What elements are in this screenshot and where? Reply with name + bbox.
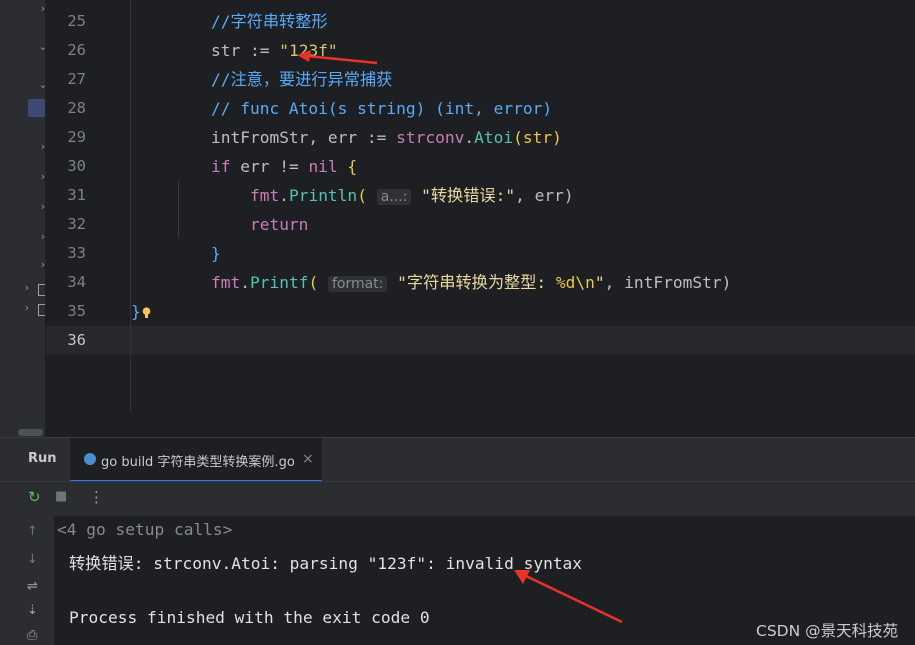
- code-string: "转换错误:": [421, 186, 516, 205]
- code-comment: //字符串转整形: [210, 12, 328, 31]
- code-line[interactable]: //字符串转整形: [133, 7, 328, 36]
- code-line[interactable]: fmt.Println( a...: "转换错误:", err): [133, 181, 574, 212]
- chevron-down-icon[interactable]: ⌄: [36, 78, 45, 91]
- scroll-down-icon[interactable]: ↓: [27, 552, 38, 567]
- line-number: 27: [67, 70, 86, 88]
- scroll-up-icon[interactable]: ↑: [27, 524, 38, 539]
- code-line[interactable]: if err != nil {: [133, 152, 357, 181]
- code-line[interactable]: }: [131, 297, 151, 326]
- code-package: fmt: [210, 273, 241, 292]
- code-dot: .: [464, 128, 475, 147]
- code-function: Printf: [249, 273, 309, 292]
- chevron-right-icon[interactable]: ›: [36, 230, 45, 243]
- watermark: CSDN @景天科技苑: [756, 622, 899, 640]
- console-error-line: 转换错误: strconv.Atoi: parsing "123f": inva…: [69, 554, 583, 573]
- red-arrow-annotation: [297, 50, 378, 65]
- line-number: 25: [67, 12, 86, 30]
- more-options-icon[interactable]: ⋮: [89, 488, 104, 506]
- line-number: 28: [67, 99, 86, 117]
- code-brace: }: [131, 302, 141, 321]
- code-function: Println: [288, 186, 358, 205]
- line-number: 34: [67, 273, 86, 291]
- code-identifier: str: [210, 41, 241, 60]
- setup-calls-fold[interactable]: <4 go setup calls>: [57, 520, 232, 539]
- rerun-icon[interactable]: ↻: [28, 488, 41, 506]
- run-panel-title[interactable]: Run: [28, 451, 57, 466]
- folder-icon: [38, 304, 45, 316]
- code-assignment: intFromStr, err :=: [210, 128, 397, 147]
- line-number: 36: [67, 331, 86, 349]
- left-tool-strip: [0, 0, 16, 645]
- code-line[interactable]: fmt.Printf( format: "字符串转换为整型: %d\n", in…: [133, 268, 731, 299]
- code-line[interactable]: // func Atoi(s string) (int, error): [133, 94, 552, 123]
- line-number: 31: [67, 186, 86, 204]
- line-number: 33: [67, 244, 86, 262]
- scroll-to-end-icon[interactable]: ⇣: [27, 603, 38, 618]
- chevron-right-icon[interactable]: ›: [36, 200, 45, 213]
- console-exit-line: Process finished with the exit code 0: [69, 608, 430, 627]
- code-function: Atoi: [474, 128, 514, 147]
- code-operator: :=: [240, 41, 280, 60]
- tree-scrollbar[interactable]: [18, 429, 43, 436]
- code-keyword: if: [210, 157, 231, 176]
- code-package: strconv: [396, 128, 465, 147]
- code-line[interactable]: }: [133, 239, 221, 268]
- code-escape: %d\n: [555, 273, 595, 292]
- print-icon[interactable]: ⎙: [27, 628, 37, 643]
- code-brace: }: [210, 244, 221, 263]
- code-paren: (: [308, 273, 319, 292]
- line-number: 35: [67, 302, 86, 320]
- parameter-hint: a...:: [376, 189, 412, 205]
- code-package: fmt: [249, 186, 280, 205]
- code-comment: // func Atoi(s string) (int, error): [210, 99, 553, 118]
- line-number: 29: [67, 128, 86, 146]
- code-args: (str): [513, 128, 562, 147]
- folder-icon: [38, 284, 45, 296]
- chevron-right-icon[interactable]: ›: [36, 2, 45, 15]
- parameter-hint: format:: [327, 276, 388, 292]
- chevron-right-icon[interactable]: ›: [36, 140, 45, 153]
- gutter-divider: [130, 0, 131, 412]
- code-string: ": [594, 273, 605, 292]
- chevron-down-icon[interactable]: ⌄: [36, 40, 45, 53]
- soft-wrap-icon[interactable]: ⇌: [27, 579, 38, 594]
- line-number: 32: [67, 215, 86, 233]
- project-tree-panel: › ⌄ ⌄ › › › › › › ›: [16, 0, 45, 437]
- code-paren: (: [357, 186, 367, 205]
- run-toolbar: [0, 481, 915, 516]
- code-line[interactable]: intFromStr, err := strconv.Atoi(str): [133, 123, 562, 152]
- red-arrow-annotation: [514, 570, 623, 624]
- go-file-icon: [84, 453, 96, 465]
- code-keyword: nil: [308, 157, 338, 176]
- chevron-right-icon[interactable]: ›: [36, 258, 45, 271]
- stop-icon[interactable]: ■: [55, 489, 67, 504]
- code-keyword: return: [249, 215, 309, 234]
- code-tail: , err): [515, 186, 574, 205]
- code-condition: err !=: [230, 157, 309, 176]
- code-dot: .: [279, 186, 289, 205]
- current-line-highlight: [46, 326, 915, 355]
- close-icon[interactable]: ×: [302, 451, 314, 467]
- chevron-right-icon[interactable]: ›: [36, 170, 45, 183]
- code-dot: .: [240, 273, 250, 292]
- chevron-right-icon[interactable]: ›: [20, 281, 34, 294]
- code-tail: , intFromStr): [604, 273, 732, 292]
- code-brace: {: [337, 157, 358, 176]
- run-tab-label[interactable]: go build 字符串类型转换案例.go: [101, 451, 295, 470]
- line-number: 26: [67, 41, 86, 59]
- code-line[interactable]: return: [133, 210, 308, 239]
- tree-selected-item[interactable]: [28, 99, 45, 117]
- chevron-right-icon[interactable]: ›: [20, 301, 34, 314]
- code-string: "字符串转换为整型:: [397, 273, 556, 292]
- line-number: 30: [67, 157, 86, 175]
- lightbulb-icon[interactable]: [142, 299, 151, 318]
